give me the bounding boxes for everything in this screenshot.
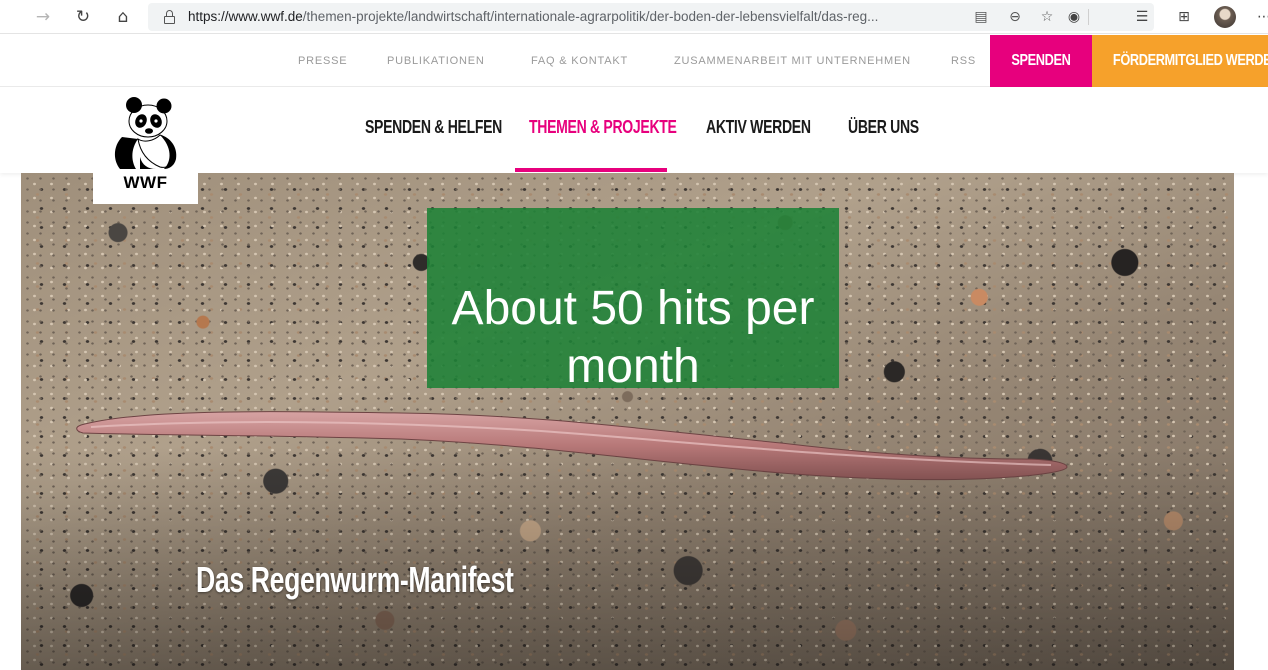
nav-label: SPENDEN & HELFEN	[365, 117, 502, 137]
forward-icon[interactable]: →	[30, 4, 56, 30]
zoom-icon[interactable]: ⊖	[1004, 6, 1026, 28]
favorite-star-icon[interactable]: ☆	[1036, 6, 1058, 28]
nav-item-spenden-helfen[interactable]: SPENDEN & HELFEN	[365, 87, 541, 171]
hero-title-text: Das Regenwurm-Manifest	[196, 559, 514, 600]
profile-avatar[interactable]	[1214, 6, 1236, 28]
nav-item-aktiv-werden[interactable]: AKTIV WERDEN	[706, 87, 840, 171]
extension-icon[interactable]: ◉	[1062, 5, 1086, 29]
topbar-link-zusammenarbeit[interactable]: ZUSAMMENARBEIT MIT UNTERNEHMEN	[674, 35, 911, 87]
favorites-icon[interactable]: ☰	[1130, 5, 1154, 29]
lock-icon[interactable]	[164, 10, 175, 24]
nav-label: AKTIV WERDEN	[706, 117, 811, 137]
topbar-link-publikationen[interactable]: PUBLIKATIONEN	[387, 35, 485, 87]
address-bar[interactable]: https://www.wwf.de/themen-projekte/landw…	[148, 3, 1154, 31]
panda-icon	[114, 97, 177, 169]
nav-item-ueber-uns[interactable]: ÜBER UNS	[848, 87, 939, 171]
nav-label: THEMEN & PROJEKTE	[529, 117, 677, 137]
toolbar-separator	[1088, 9, 1089, 25]
topbar-link-rss[interactable]: RSS	[951, 35, 976, 87]
nav-label: ÜBER UNS	[848, 117, 919, 137]
reader-view-icon[interactable]: ▤	[970, 6, 992, 28]
url-text[interactable]: https://www.wwf.de/themen-projekte/landw…	[188, 3, 968, 31]
collections-icon[interactable]: ⊞	[1172, 5, 1196, 29]
topbar-link-faq-kontakt[interactable]: FAQ & KONTAKT	[531, 35, 628, 87]
nav-item-themen-projekte[interactable]: THEMEN & PROJEKTE	[529, 87, 718, 171]
refresh-icon[interactable]: ↻	[70, 4, 96, 30]
wwf-logo[interactable]: WWF	[93, 87, 198, 204]
annotation-text: About 50 hits per month	[427, 280, 839, 396]
active-nav-indicator	[515, 168, 667, 172]
become-member-button[interactable]: FÖRDERMITGLIED WERDEN	[1092, 35, 1268, 87]
url-path: /themen-projekte/landwirtschaft/internat…	[302, 9, 879, 24]
hero-title: Das Regenwurm-Manifest	[196, 559, 616, 601]
donate-button[interactable]: SPENDEN	[990, 35, 1092, 87]
more-icon[interactable]: ⋯	[1252, 5, 1268, 29]
wwf-logo-text: WWF	[123, 173, 168, 192]
annotation-callout: About 50 hits per month	[427, 208, 839, 393]
url-host: https://www.wwf.de	[188, 9, 303, 24]
topbar-link-presse[interactable]: PRESSE	[298, 35, 347, 87]
home-icon[interactable]: ⌂	[110, 4, 136, 30]
browser-toolbar: → ↻ ⌂ https://www.wwf.de/themen-projekte…	[0, 0, 1268, 34]
utility-bar: PRESSE PUBLIKATIONEN FAQ & KONTAKT ZUSAM…	[0, 35, 1268, 87]
annotation-line-1: About 50 hits per	[451, 282, 815, 335]
annotation-line-2: month	[566, 340, 700, 393]
donate-label: SPENDEN	[1011, 52, 1071, 69]
become-member-label: FÖRDERMITGLIED WERDEN	[1112, 52, 1268, 69]
